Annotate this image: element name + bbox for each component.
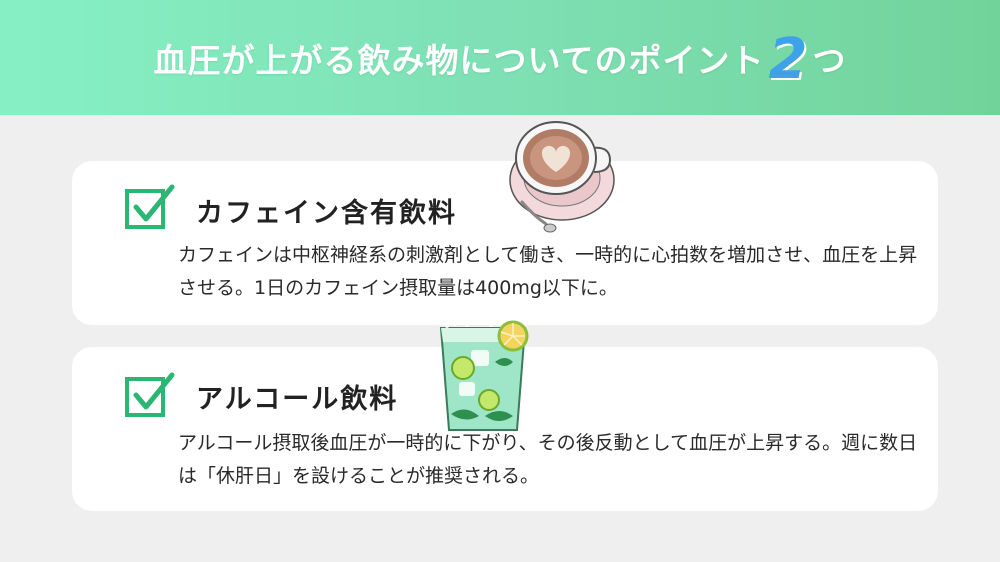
page-title: 血圧が上がる飲み物についてのポイント2 つ	[0, 30, 1000, 90]
checkbox-check-icon	[125, 372, 175, 417]
checkbox-check-icon	[125, 184, 175, 229]
card-description: カフェインは中枢神経系の刺激剤として働き、一時的に心拍数を増加させ、血圧を上昇さ…	[178, 244, 918, 299]
title-number: 2	[768, 27, 809, 92]
mojito-glass-icon	[439, 320, 529, 431]
title-suffix: つ	[812, 41, 847, 80]
header-banner: 血圧が上がる飲み物についてのポイント2 つ	[0, 0, 1000, 115]
title-prefix: 血圧が上がる飲み物についてのポイント	[153, 41, 765, 80]
card-title: カフェイン含有飲料	[196, 198, 457, 229]
coffee-cup-icon	[509, 121, 615, 233]
card-description: アルコール摂取後血圧が一時的に下がり、その後反動として血圧が上昇する。週に数日は…	[178, 432, 918, 487]
card-title: アルコール飲料	[196, 384, 399, 415]
